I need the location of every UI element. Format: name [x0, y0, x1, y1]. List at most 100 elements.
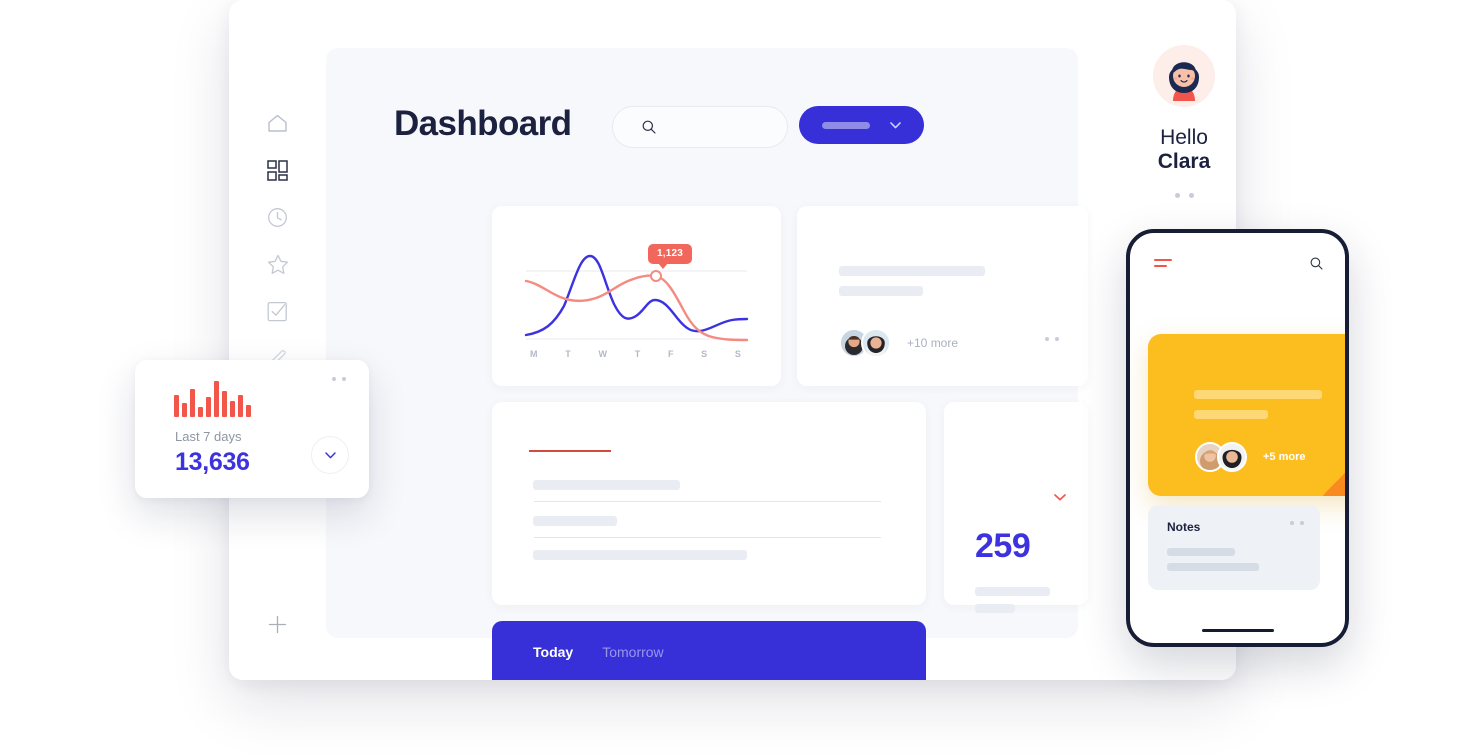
- list-card: [492, 402, 926, 605]
- people-card: +10 more: [797, 206, 1088, 386]
- notes-card-title: Notes: [1167, 520, 1201, 534]
- tab-today[interactable]: Today: [533, 644, 573, 660]
- line-chart: [524, 254, 749, 342]
- sidebar-item-history[interactable]: [229, 194, 326, 241]
- bar: [238, 395, 243, 417]
- stat-value: 259: [975, 527, 1031, 565]
- grid-icon: [267, 160, 288, 181]
- stat-card-expand-button[interactable]: [1054, 488, 1066, 506]
- avatar[interactable]: [861, 328, 891, 358]
- avatar[interactable]: [1217, 442, 1247, 472]
- skeleton-line: [839, 286, 923, 296]
- two-dots-icon: [332, 377, 336, 381]
- tab-tomorrow[interactable]: Tomorrow: [602, 644, 663, 660]
- greeting-hello-text: Hello: [1160, 126, 1208, 149]
- list-divider: [534, 501, 881, 502]
- skeleton-line: [975, 604, 1015, 613]
- two-dots-icon: [1290, 521, 1294, 525]
- screen-root: Dashboard 1,123 M T W T F S S +10 more 2…: [0, 0, 1465, 754]
- phone-people-more-label[interactable]: +5 more: [1263, 451, 1306, 463]
- chevron-down-icon: [1054, 494, 1066, 501]
- home-icon: [268, 114, 287, 132]
- phone-search-button[interactable]: [1310, 257, 1323, 275]
- greeting-pager-dots[interactable]: [1129, 193, 1236, 198]
- skeleton-line: [1194, 390, 1322, 399]
- two-dots-icon: [1055, 337, 1059, 341]
- people-card-menu-button[interactable]: [1045, 337, 1059, 341]
- greeting-user-name: Clara: [1157, 150, 1211, 173]
- x-tick-label: W: [598, 349, 608, 359]
- avatar-stack[interactable]: [839, 328, 891, 358]
- bar: [230, 401, 235, 417]
- search-icon: [1310, 257, 1323, 270]
- sidebar-item-favorites[interactable]: [229, 241, 326, 288]
- last-7-days-value: 13,636: [175, 448, 250, 476]
- sidebar-nav: [229, 100, 326, 382]
- last-7-days-expand-button[interactable]: [311, 436, 349, 474]
- skeleton-line: [975, 587, 1050, 596]
- primary-action-button[interactable]: [799, 106, 924, 144]
- last-7-days-card: Last 7 days 13,636: [135, 360, 369, 498]
- primary-button-label: [822, 121, 870, 129]
- plus-icon: [268, 615, 287, 633]
- hamburger-icon[interactable]: [1154, 259, 1172, 271]
- hamburger-line: [1154, 265, 1167, 267]
- last-7-days-label: Last 7 days: [175, 429, 242, 444]
- bar: [246, 405, 251, 417]
- search-icon: [642, 120, 656, 134]
- checkbox-icon: [267, 301, 287, 322]
- skeleton-line: [533, 550, 747, 560]
- bar: [174, 395, 179, 417]
- day-tab-bar: Today Tomorrow: [492, 621, 926, 680]
- phone-yellow-card: +5 more: [1148, 334, 1345, 496]
- skeleton-line: [1167, 563, 1259, 571]
- pager-dot[interactable]: [1188, 193, 1194, 198]
- stat-card: 259: [944, 402, 1088, 613]
- x-tick-label: S: [734, 349, 742, 359]
- x-tick-label: M: [530, 349, 539, 359]
- last-7-days-menu-button[interactable]: [332, 377, 346, 381]
- sidebar-item-dashboard[interactable]: [229, 147, 326, 194]
- people-more-label[interactable]: +10 more: [907, 336, 958, 350]
- two-dots-icon: [1045, 337, 1049, 341]
- bar: [222, 391, 227, 417]
- phone-notes-card[interactable]: Notes: [1148, 505, 1320, 590]
- hamburger-line: [1154, 259, 1172, 261]
- sidebar: [229, 0, 326, 680]
- people-row: +10 more: [839, 328, 958, 358]
- page-title: Dashboard: [394, 104, 572, 143]
- chart-x-axis-labels: M T W T F S S: [530, 349, 742, 359]
- x-tick-label: T: [634, 349, 642, 359]
- star-icon: [267, 254, 288, 274]
- bar: [190, 389, 195, 417]
- mini-bar-chart: [174, 381, 251, 417]
- sidebar-item-home[interactable]: [229, 100, 326, 147]
- skeleton-line: [1194, 410, 1268, 419]
- search-input[interactable]: [656, 119, 770, 135]
- bar: [206, 397, 211, 417]
- bar: [182, 403, 187, 417]
- phone-mockup: +5 more Notes: [1126, 229, 1349, 647]
- phone-home-indicator: [1201, 629, 1274, 632]
- avatar-stack[interactable]: [1195, 442, 1247, 472]
- chart-card: 1,123 M T W T F S S: [492, 206, 781, 386]
- chevron-down-icon: [324, 451, 336, 458]
- sidebar-item-tasks[interactable]: [229, 288, 326, 335]
- pager-dot[interactable]: [1174, 193, 1180, 198]
- avatar[interactable]: [1153, 45, 1215, 107]
- notes-card-menu-button[interactable]: [1290, 521, 1304, 525]
- bar: [214, 381, 219, 417]
- skeleton-line: [839, 266, 985, 276]
- search-box[interactable]: [612, 106, 788, 148]
- main-panel: Dashboard 1,123 M T W T F S S +10 more 2…: [326, 48, 1088, 680]
- two-dots-icon: [1300, 521, 1304, 525]
- x-tick-label: F: [667, 349, 675, 359]
- phone-people-row: +5 more: [1195, 442, 1306, 472]
- bar: [198, 407, 203, 417]
- list-divider: [534, 537, 881, 538]
- browser-window: Dashboard 1,123 M T W T F S S +10 more 2…: [229, 0, 1236, 680]
- skeleton-line: [1167, 548, 1235, 556]
- greeting-panel: Hello Clara: [1129, 45, 1236, 198]
- sidebar-add-button[interactable]: [229, 602, 326, 646]
- x-tick-label: T: [565, 349, 572, 359]
